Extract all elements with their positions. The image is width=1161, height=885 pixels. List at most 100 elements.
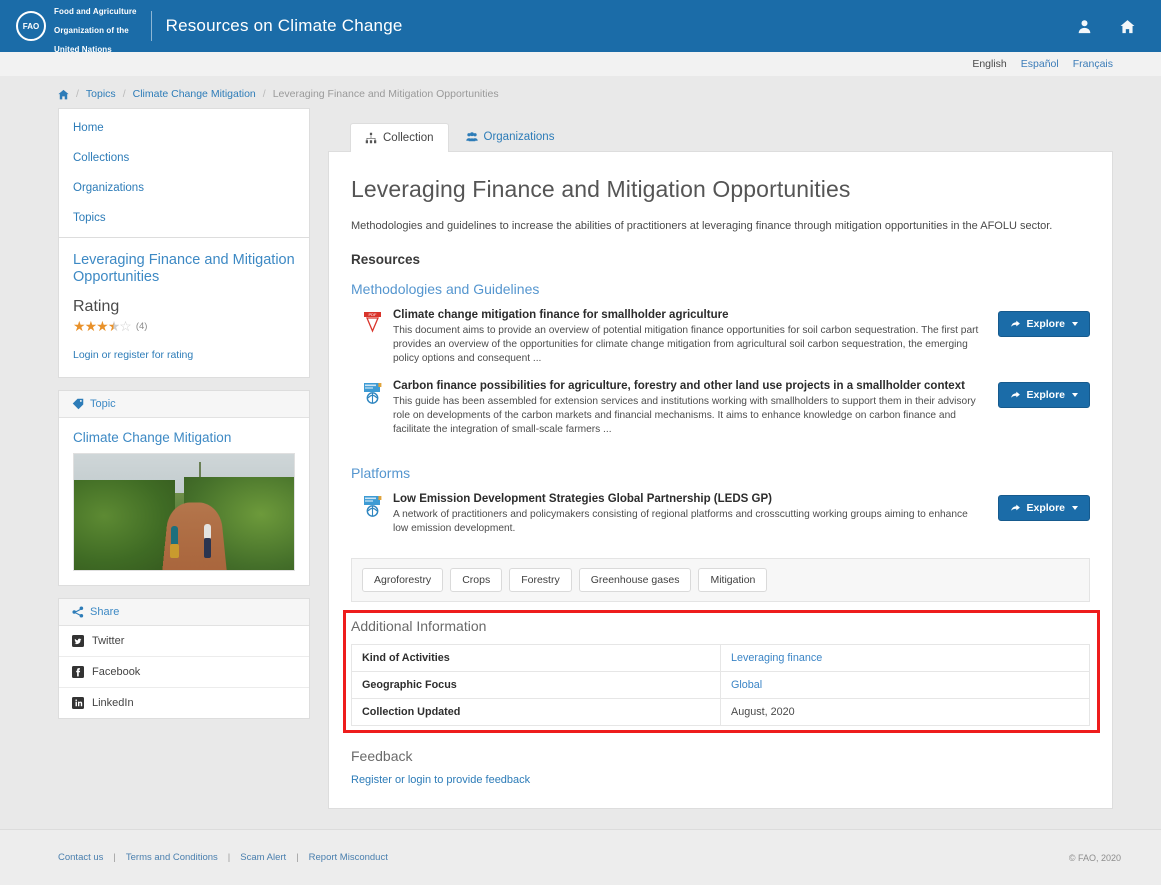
breadcrumb-home-icon[interactable]: [58, 89, 69, 100]
footer-separator-3: |: [296, 852, 299, 863]
home-icon[interactable]: [1120, 19, 1135, 34]
tag-crops[interactable]: Crops: [450, 568, 503, 592]
resource-description: This document aims to provide an overvie…: [393, 325, 979, 364]
sidebar-nav-list: Home Collections Organizations Topics: [59, 109, 309, 237]
tag-agroforestry[interactable]: Agroforestry: [362, 568, 444, 592]
language-espanol[interactable]: Español: [1021, 58, 1059, 70]
chevron-down-icon: [1072, 393, 1078, 397]
fao-logo[interactable]: FAO Food and Agriculture Organization of…: [16, 0, 137, 55]
rating-star-4-half: ★: [107, 318, 121, 334]
breadcrumb-item-current: Leveraging Finance and Mitigation Opport…: [272, 88, 499, 100]
table-row: Kind of Activities Leveraging finance: [351, 644, 1090, 672]
share-arrow-icon: [1010, 503, 1021, 514]
feedback-heading: Feedback: [351, 748, 413, 764]
breadcrumb-separator-3: /: [262, 88, 266, 100]
group-heading-methodologies: Methodologies and Guidelines: [351, 281, 540, 297]
header-actions: [1077, 19, 1145, 34]
share-facebook-label: Facebook: [92, 666, 141, 678]
language-bar: English Español Français: [0, 52, 1161, 76]
footer-link-report-misconduct[interactable]: Report Misconduct: [309, 852, 388, 863]
login-or-register-for-rating-link[interactable]: Login or register for rating: [59, 339, 309, 377]
tab-organizations-label: Organizations: [483, 131, 555, 143]
tab-organizations[interactable]: Organizations: [451, 122, 570, 151]
table-cell-value: Leveraging finance: [720, 644, 1090, 672]
fao-org-line2: Organization of the: [54, 26, 129, 35]
pdf-file-icon: PDF: [363, 311, 383, 333]
sidebar-rating-heading: Rating: [73, 298, 120, 315]
resource-body: Carbon finance possibilities for agricul…: [393, 380, 978, 437]
top-header-bar: FAO Food and Agriculture Organization of…: [0, 0, 1161, 55]
footer-link-terms-and-conditions[interactable]: Terms and Conditions: [126, 852, 218, 863]
tab-bar: Collection Organizations: [328, 108, 1113, 152]
explore-button-label: Explore: [1026, 318, 1065, 330]
tab-collection[interactable]: Collection: [350, 123, 449, 152]
sidebar-item-organizations[interactable]: Organizations: [59, 173, 309, 203]
share-twitter[interactable]: Twitter: [59, 626, 309, 656]
explore-button[interactable]: Explore: [998, 311, 1090, 337]
geographic-focus-value-link[interactable]: Global: [731, 679, 762, 691]
rating-star-3: ★: [96, 318, 109, 334]
sidebar-nav-card: Home Collections Organizations Topics: [58, 108, 310, 238]
collection-panel: Leveraging Finance and Mitigation Opport…: [328, 151, 1113, 809]
explore-button[interactable]: Explore: [998, 495, 1090, 521]
resource-title[interactable]: Carbon finance possibilities for agricul…: [393, 380, 978, 392]
footer-link-scam-alert[interactable]: Scam Alert: [240, 852, 286, 863]
breadcrumb-item-topics[interactable]: Topics: [86, 88, 116, 100]
fao-org-line3: United Nations: [54, 45, 112, 54]
web-link-icon: [363, 495, 383, 517]
explore-button[interactable]: Explore: [998, 382, 1090, 408]
linkedin-icon: [72, 697, 84, 709]
breadcrumb-wrapper: / Topics / Climate Change Mitigation / L…: [0, 76, 1161, 108]
sitemap-icon: [365, 132, 377, 144]
feedback-register-login-link[interactable]: Register or login to provide feedback: [351, 774, 530, 786]
share-facebook[interactable]: Facebook: [59, 656, 309, 687]
language-english[interactable]: English: [972, 58, 1006, 70]
explore-button-label: Explore: [1026, 502, 1065, 514]
site-title: Resources on Climate Change: [165, 16, 403, 35]
twitter-icon: [72, 635, 84, 647]
web-link-icon: [363, 382, 383, 404]
table-row: Geographic Focus Global: [351, 671, 1090, 699]
additional-information-section: Additional Information Kind of Activitie…: [343, 610, 1100, 733]
sidebar-topic-name[interactable]: Climate Change Mitigation: [59, 418, 309, 453]
footer-link-contact-us[interactable]: Contact us: [58, 852, 103, 863]
rating-stars: ★ ★ ★ ★ ☆ (4): [59, 318, 309, 339]
table-cell-key: Collection Updated: [351, 698, 721, 726]
table-cell-key: Geographic Focus: [351, 671, 721, 699]
share-arrow-icon: [1010, 319, 1021, 330]
breadcrumb-item-climate-change-mitigation[interactable]: Climate Change Mitigation: [133, 88, 256, 100]
fao-org-line1: Food and Agriculture: [54, 7, 137, 16]
topic-image-person-2-legs: [203, 537, 211, 558]
tag-forestry[interactable]: Forestry: [509, 568, 572, 592]
sidebar: Home Collections Organizations Topics Le…: [58, 108, 310, 719]
breadcrumb-separator-2: /: [122, 88, 126, 100]
sidebar-topic-header-label: Topic: [90, 398, 116, 410]
share-linkedin[interactable]: LinkedIn: [59, 687, 309, 718]
page-title: Leveraging Finance and Mitigation Opport…: [351, 176, 851, 202]
facebook-icon: [72, 666, 84, 678]
page-body: Home Collections Organizations Topics Le…: [0, 108, 1161, 809]
rating-star-5-empty: ☆: [119, 318, 132, 334]
table-cell-key: Kind of Activities: [351, 644, 721, 672]
tag-greenhouse-gases[interactable]: Greenhouse gases: [578, 568, 692, 592]
tag-mitigation[interactable]: Mitigation: [698, 568, 768, 592]
rating-count: (4): [135, 321, 148, 332]
resource-row: Carbon finance possibilities for agricul…: [351, 378, 1090, 449]
sidebar-item-collections[interactable]: Collections: [59, 143, 309, 173]
topic-image-vegetation-left: [74, 479, 176, 570]
kind-of-activities-value-link[interactable]: Leveraging finance: [731, 652, 822, 664]
resource-title[interactable]: Low Emission Development Strategies Glob…: [393, 493, 978, 505]
chevron-down-icon: [1072, 322, 1078, 326]
sidebar-item-topics[interactable]: Topics: [59, 203, 309, 233]
resource-row: PDF Climate change mitigation finance fo…: [351, 307, 1090, 378]
user-icon[interactable]: [1077, 19, 1092, 34]
language-francais[interactable]: Français: [1073, 58, 1113, 70]
sidebar-share-header: Share: [59, 599, 309, 626]
sidebar-share-card: Share Twitter Facebook LinkedIn: [58, 598, 310, 719]
group-heading-platforms: Platforms: [351, 465, 411, 481]
sidebar-topic-header: Topic: [59, 391, 309, 418]
sidebar-item-home[interactable]: Home: [59, 113, 309, 143]
resource-title[interactable]: Climate change mitigation finance for sm…: [393, 309, 978, 321]
fao-org-name: Food and Agriculture Organization of the…: [54, 0, 137, 55]
additional-information-table: Kind of Activities Leveraging finance Ge…: [351, 644, 1090, 726]
